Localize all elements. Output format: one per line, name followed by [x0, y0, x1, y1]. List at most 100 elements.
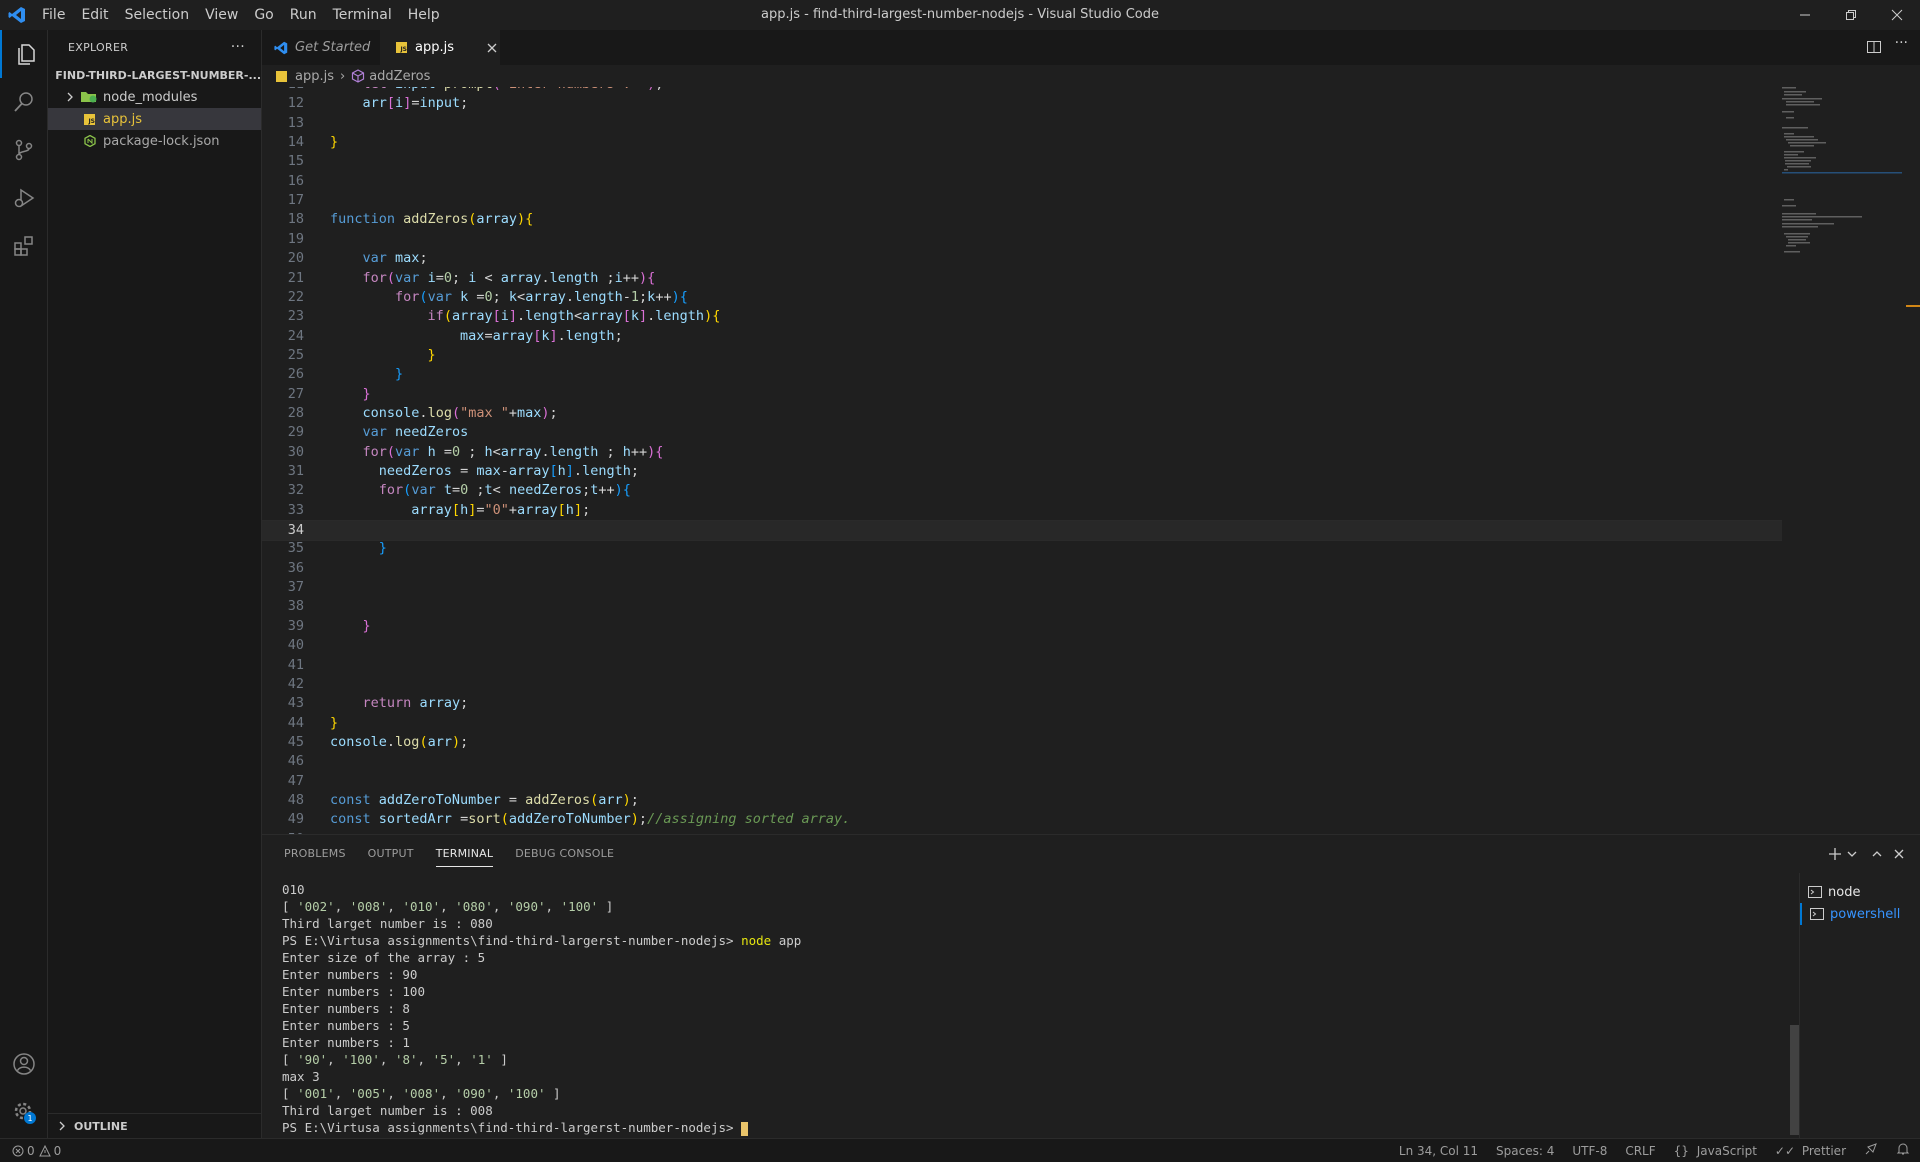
code-line[interactable]: 22 for(var k =0; k<array.length-1;k++){	[262, 288, 1782, 307]
code-line[interactable]: 20 var max;	[262, 249, 1782, 268]
cursor-position[interactable]: Ln 34, Col 11	[1399, 1144, 1478, 1158]
code-line[interactable]: 41	[262, 656, 1782, 675]
more-actions-icon[interactable]: ···	[231, 39, 245, 55]
line-code: for(var i=0; i < array.length ;i++){	[362, 269, 656, 286]
maximize-panel-button[interactable]	[1866, 843, 1888, 865]
code-line[interactable]: 11 let input=prompt("Enter numbers : ");	[262, 87, 1782, 94]
workspace-folder[interactable]: FIND-THIRD-LARGEST-NUMBER-...	[48, 64, 261, 86]
notifications-icon[interactable]	[1896, 1142, 1910, 1159]
code-line[interactable]: 12 arr[i]=input;	[262, 94, 1782, 113]
tab-problems[interactable]: PROBLEMS	[284, 835, 346, 873]
code-line[interactable]: 47	[262, 772, 1782, 791]
menu-help[interactable]: Help	[400, 0, 448, 30]
accounts-activity[interactable]	[0, 1040, 47, 1088]
problems-status[interactable]: 0 0	[0, 1144, 61, 1158]
code-line[interactable]: 46	[262, 752, 1782, 771]
terminal-line: max 3	[282, 1068, 1782, 1085]
code-line[interactable]: 18 function addZeros(array){	[262, 210, 1782, 229]
terminal-output[interactable]: 010 [ '002', '008', '010', '080', '090', …	[282, 881, 1782, 1136]
editor-more-actions-icon[interactable]: ···	[1895, 35, 1908, 51]
extensions-activity[interactable]	[0, 222, 47, 270]
split-editor-icon[interactable]	[1866, 39, 1882, 59]
menu-view[interactable]: View	[197, 0, 246, 30]
terminal-scrollbar[interactable]	[1790, 1025, 1799, 1135]
code-line[interactable]: 44}	[262, 714, 1782, 733]
line-code: return array;	[362, 695, 469, 712]
minimize-button[interactable]	[1782, 0, 1828, 30]
code-line[interactable]: 49 const sortedArr =sort(addZeroToNumber)…	[262, 810, 1782, 829]
close-panel-button[interactable]	[1888, 843, 1910, 865]
line-number: 30	[287, 443, 304, 460]
code-line[interactable]: 30 for(var h =0 ; h<array.length ; h++){	[262, 443, 1782, 462]
code-line[interactable]: 31 needZeros = max-array[h].length;	[262, 462, 1782, 481]
code-line[interactable]: 33 array[h]="0"+array[h];	[262, 501, 1782, 520]
code-line[interactable]: 28 console.log("max "+max);	[262, 404, 1782, 423]
tab-terminal[interactable]: TERMINAL	[435, 835, 494, 873]
code-line[interactable]: 27 }	[262, 385, 1782, 404]
code-editor[interactable]: 11 let input=prompt("Enter numbers : ");…	[262, 87, 1920, 834]
formatter-status[interactable]: ✓✓ Prettier	[1775, 1144, 1846, 1158]
code-line[interactable]: 43 return array;	[262, 694, 1782, 713]
menu-terminal[interactable]: Terminal	[325, 0, 400, 30]
menu-selection[interactable]: Selection	[117, 0, 198, 30]
minimap[interactable]	[1782, 87, 1902, 287]
node-folder-icon	[81, 92, 97, 103]
code-line[interactable]: 35 }	[262, 539, 1782, 558]
code-line[interactable]: 32 for(var t=0 ;t< needZeros;t++){	[262, 481, 1782, 500]
terminal-dropdown-button[interactable]	[1846, 843, 1858, 865]
terminal-item-node[interactable]: node	[1800, 881, 1920, 903]
outline-section[interactable]: OUTLINE	[48, 1113, 261, 1138]
code-line[interactable]: 17	[262, 191, 1782, 210]
code-line[interactable]: 34	[262, 520, 1782, 542]
source-control-activity[interactable]	[0, 126, 47, 174]
tab-output[interactable]: OUTPUT	[368, 835, 414, 873]
code-line[interactable]: 24 max=array[k].length;	[262, 327, 1782, 346]
tab-debug-console[interactable]: DEBUG CONSOLE	[515, 835, 614, 873]
close-window-button[interactable]	[1874, 0, 1920, 30]
language-mode[interactable]: {} JavaScript	[1674, 1144, 1757, 1158]
indentation[interactable]: Spaces: 4	[1496, 1144, 1554, 1158]
code-line[interactable]: 40	[262, 636, 1782, 655]
code-line[interactable]: 19	[262, 230, 1782, 249]
code-line[interactable]: 15	[262, 152, 1782, 171]
encoding[interactable]: UTF-8	[1572, 1144, 1607, 1158]
run-debug-activity[interactable]	[0, 174, 47, 222]
code-line[interactable]: 16	[262, 172, 1782, 191]
code-line[interactable]: 25 }	[262, 346, 1782, 365]
tree-item-app-js[interactable]: JS app.js	[48, 108, 261, 130]
menu-file[interactable]: File	[34, 0, 73, 30]
search-activity[interactable]	[0, 78, 47, 126]
code-line[interactable]: 14}	[262, 133, 1782, 152]
code-line[interactable]: 45 console.log(arr);	[262, 733, 1782, 752]
title-bar: File Edit Selection View Go Run Terminal…	[0, 0, 1920, 30]
manage-activity[interactable]: 1	[0, 1088, 47, 1136]
code-line[interactable]: 23 if(array[i].length<array[k].length){	[262, 307, 1782, 326]
end-of-line[interactable]: CRLF	[1625, 1144, 1655, 1158]
terminal-item-powershell[interactable]: powershell	[1800, 903, 1920, 925]
close-tab-icon[interactable]	[484, 40, 500, 56]
breadcrumb-symbol[interactable]: addZeros	[369, 69, 430, 84]
breadcrumb-file[interactable]: app.js	[295, 69, 334, 84]
code-line[interactable]: 21 for(var i=0; i < array.length ;i++){	[262, 269, 1782, 288]
code-line[interactable]: 26 }	[262, 365, 1782, 384]
feedback-icon[interactable]	[1864, 1142, 1878, 1159]
menu-edit[interactable]: Edit	[73, 0, 116, 30]
new-terminal-button[interactable]	[1824, 843, 1846, 865]
code-line[interactable]: 13	[262, 114, 1782, 133]
explorer-activity[interactable]	[0, 30, 49, 78]
menu-go[interactable]: Go	[246, 0, 281, 30]
code-line[interactable]: 37	[262, 578, 1782, 597]
code-line[interactable]: 48 const addZeroToNumber = addZeros(arr);	[262, 791, 1782, 810]
editor-scrollbar[interactable]	[1906, 87, 1920, 834]
menu-run[interactable]: Run	[282, 0, 325, 30]
tab-get-started[interactable]: Get Started	[262, 30, 380, 65]
code-line[interactable]: 42	[262, 675, 1782, 694]
tree-item-node-modules[interactable]: node_modules	[48, 86, 261, 108]
code-line[interactable]: 29 var needZeros	[262, 423, 1782, 442]
tab-app-js[interactable]: JS app.js	[380, 30, 500, 66]
code-line[interactable]: 39 }	[262, 617, 1782, 636]
restore-button[interactable]	[1828, 0, 1874, 30]
code-line[interactable]: 38	[262, 597, 1782, 616]
tree-item-package-lock[interactable]: package-lock.json	[48, 130, 261, 152]
code-line[interactable]: 36	[262, 559, 1782, 578]
